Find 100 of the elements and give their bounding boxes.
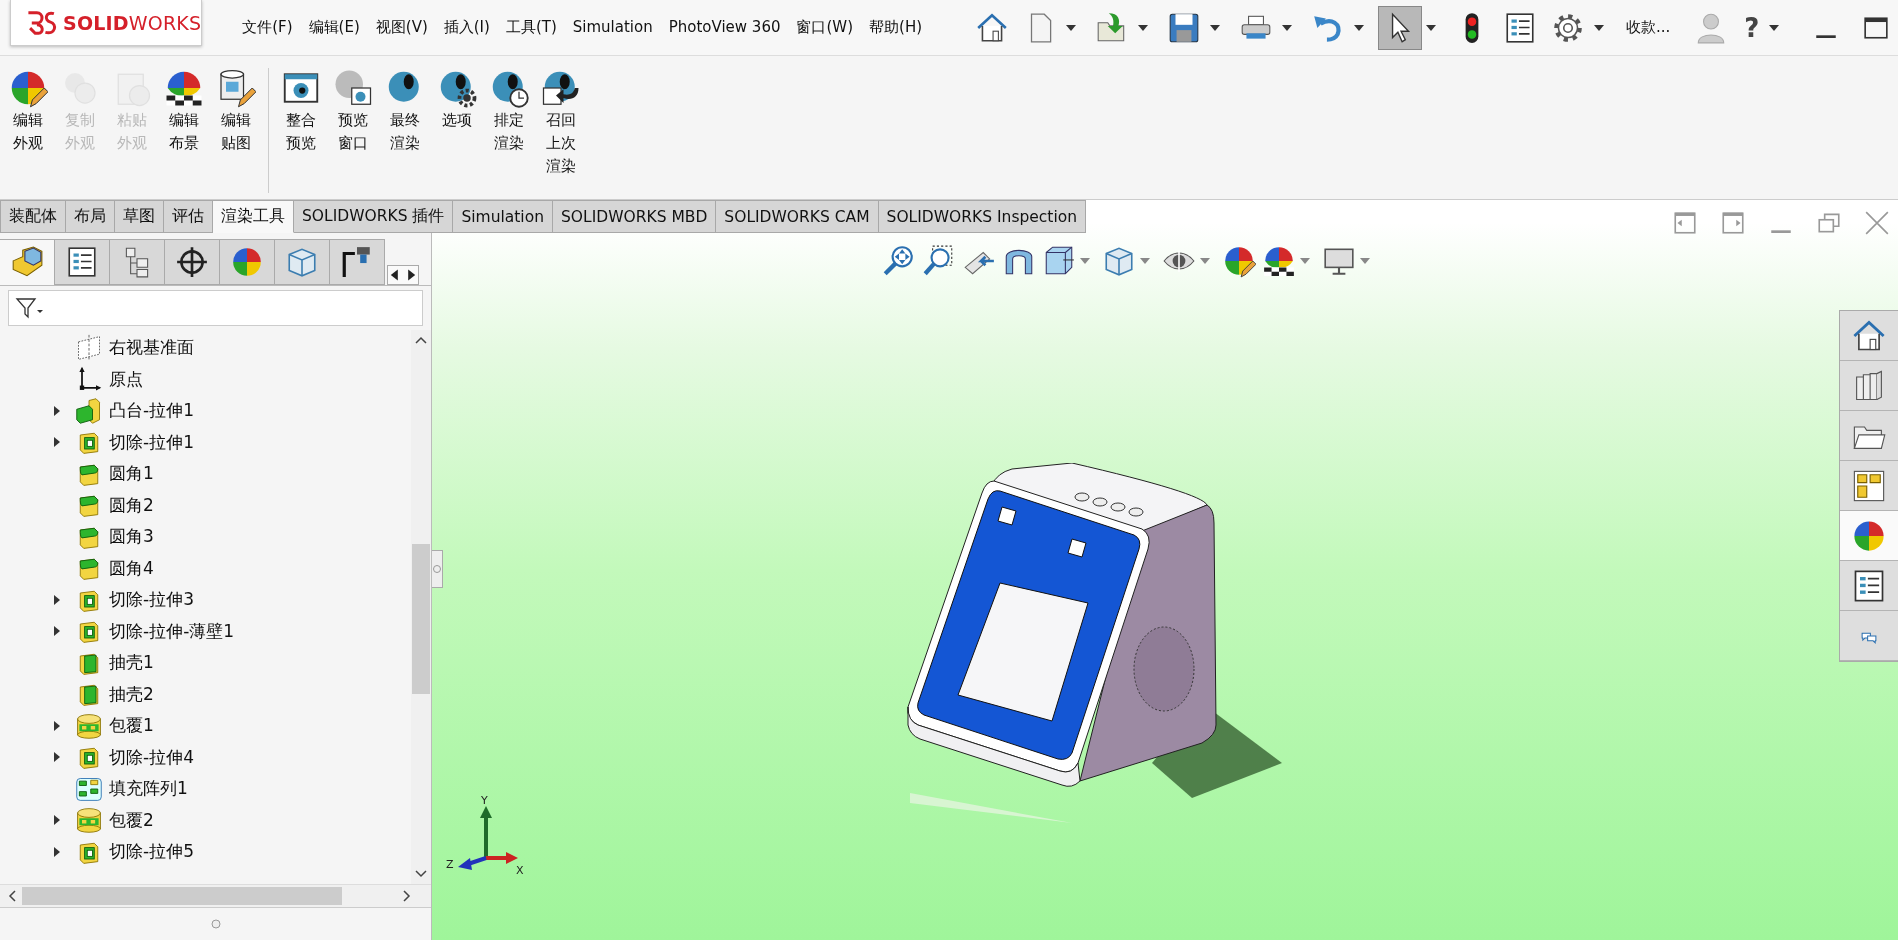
help-button[interactable]: ? [1744, 12, 1760, 43]
command-tab[interactable]: 装配体 [0, 200, 66, 233]
tree-item[interactable]: 包覆2 [0, 804, 411, 836]
expand-arrow-icon[interactable] [53, 719, 61, 732]
expand-arrow-icon[interactable] [53, 845, 61, 858]
scroll-up-icon[interactable] [415, 336, 427, 344]
expand-arrow-icon[interactable] [53, 436, 61, 449]
tree-item[interactable]: 切除-拉伸1 [0, 426, 411, 458]
command-tab[interactable]: SOLIDWORKS CAM [716, 200, 879, 233]
tree-item[interactable]: 切除-拉伸5 [0, 836, 411, 868]
extruded-block-icon [75, 396, 103, 425]
ball-window-icon [333, 68, 373, 108]
command-tab[interactable]: 评估 [164, 200, 213, 233]
panel-tab[interactable] [165, 239, 220, 285]
caret-icon[interactable] [1769, 24, 1780, 31]
tree-item[interactable]: 圆角1 [0, 458, 411, 490]
menu-item[interactable]: 窗口(W) [796, 18, 854, 37]
appearance-ball-pencil-icon [1222, 244, 1256, 278]
search-label[interactable]: 收款... [1626, 18, 1671, 37]
menu-item[interactable]: 工具(T) [505, 18, 557, 37]
tree-item[interactable]: 圆角3 [0, 521, 411, 553]
task-pane-tab[interactable] [1840, 361, 1898, 411]
axis-triad-icon [458, 806, 518, 870]
task-pane-tab[interactable] [1840, 511, 1898, 561]
command-tab[interactable]: SOLIDWORKS MBD [553, 200, 717, 233]
logo-text: SOLIDWORKS [63, 11, 202, 34]
panel-tab[interactable] [55, 239, 110, 285]
scroll-down-icon[interactable] [415, 870, 427, 878]
tree-item[interactable]: 原点 [0, 363, 411, 395]
task-pane-tab[interactable] [1840, 461, 1898, 511]
tile-right-icon[interactable] [1720, 210, 1746, 236]
list-icon [65, 245, 99, 279]
command-tab[interactable]: 草图 [115, 200, 164, 233]
ribbon-button[interactable]: 预览 窗口 [329, 68, 377, 199]
expand-arrow-icon[interactable] [53, 751, 61, 764]
menu-item[interactable]: 编辑(E) [308, 18, 360, 37]
ribbon-button[interactable]: 编辑 贴图 [212, 68, 260, 199]
expand-arrow-icon[interactable] [53, 404, 61, 417]
maximize-icon[interactable] [1863, 14, 1890, 41]
ribbon-button[interactable]: 召回 上次 渲染 [537, 68, 585, 199]
axis-label: Y [481, 794, 488, 807]
ribbon-button[interactable]: 整合 预览 [277, 68, 325, 199]
tree-item[interactable]: 抽壳1 [0, 647, 411, 679]
caret-icon [1360, 258, 1370, 264]
tree-item[interactable]: 切除-拉伸-薄壁1 [0, 615, 411, 647]
menu-item[interactable]: 插入(I) [443, 18, 490, 37]
scrollbar-thumb[interactable] [412, 544, 430, 694]
ribbon-button[interactable]: 编辑 外观 [4, 68, 52, 199]
caret-icon [1300, 258, 1310, 264]
menu-item[interactable]: 视图(V) [375, 18, 428, 37]
menu-item[interactable]: 帮助(H) [869, 18, 922, 37]
scroll-left-icon[interactable] [8, 890, 16, 902]
panel-tab[interactable] [330, 239, 385, 285]
panel-collapse-handle[interactable] [432, 550, 443, 588]
ribbon-button[interactable]: 编辑 布景 [160, 68, 208, 199]
tree-item[interactable]: 右视基准面 [0, 332, 411, 364]
ball-checker-icon [1262, 244, 1296, 278]
caret-icon [1200, 258, 1210, 264]
splitter-handle-icon[interactable] [210, 919, 221, 929]
ribbon-button[interactable]: 选项 [433, 68, 481, 199]
tile-left-icon[interactable] [1672, 210, 1698, 236]
caret-icon [1282, 24, 1292, 31]
tab-scroll-arrows[interactable] [387, 265, 419, 285]
expand-arrow-icon[interactable] [53, 625, 61, 638]
filter-field[interactable] [8, 290, 423, 326]
menu-item[interactable]: PhotoView 360 [668, 18, 781, 37]
menu-item[interactable]: Simulation [572, 18, 653, 37]
view-toolbar-button[interactable] [1222, 244, 1256, 278]
caret-icon [1080, 258, 1090, 264]
caret-icon [1138, 24, 1148, 31]
tree-item[interactable]: 圆角4 [0, 552, 411, 584]
close-icon[interactable] [1864, 210, 1890, 236]
tree-item[interactable]: 切除-拉伸3 [0, 584, 411, 616]
command-tab[interactable]: SOLIDWORKS Inspection [878, 200, 1087, 233]
expand-arrow-icon[interactable] [53, 814, 61, 827]
expand-arrow-icon[interactable] [53, 593, 61, 606]
task-pane-tab[interactable] [1840, 311, 1898, 361]
command-tab[interactable]: Simulation [453, 200, 553, 233]
command-tab[interactable]: 渲染工具 [213, 200, 294, 233]
ribbon-button[interactable]: 排定 渲染 [485, 68, 533, 199]
tree-item[interactable]: 抽壳2 [0, 678, 411, 710]
scroll-right-icon[interactable] [403, 890, 411, 902]
tree-item[interactable]: 包覆1 [0, 710, 411, 742]
command-tab[interactable]: SOLIDWORKS 插件 [294, 200, 454, 233]
horizontal-scrollbar[interactable] [0, 884, 431, 907]
tree-item[interactable]: 凸台-拉伸1 [0, 395, 411, 427]
command-tab[interactable]: 布局 [66, 200, 115, 233]
menu-item[interactable]: 文件(F) [242, 18, 293, 37]
scrollbar-thumb[interactable] [22, 887, 342, 905]
tree-item[interactable]: 切除-拉伸4 [0, 741, 411, 773]
task-pane-tab[interactable] [1840, 561, 1898, 611]
caret-icon [1354, 24, 1364, 31]
ribbon-button[interactable]: 最终 渲染 [381, 68, 429, 199]
tree-item[interactable]: 填充阵列1 [0, 773, 411, 805]
axis-label: X [516, 864, 524, 877]
tree-item[interactable]: 圆角2 [0, 489, 411, 521]
list-icon [1503, 10, 1537, 45]
vertical-scrollbar[interactable] [411, 330, 431, 884]
axis-label: Z [446, 858, 454, 871]
task-pane-tab[interactable] [1840, 411, 1898, 461]
